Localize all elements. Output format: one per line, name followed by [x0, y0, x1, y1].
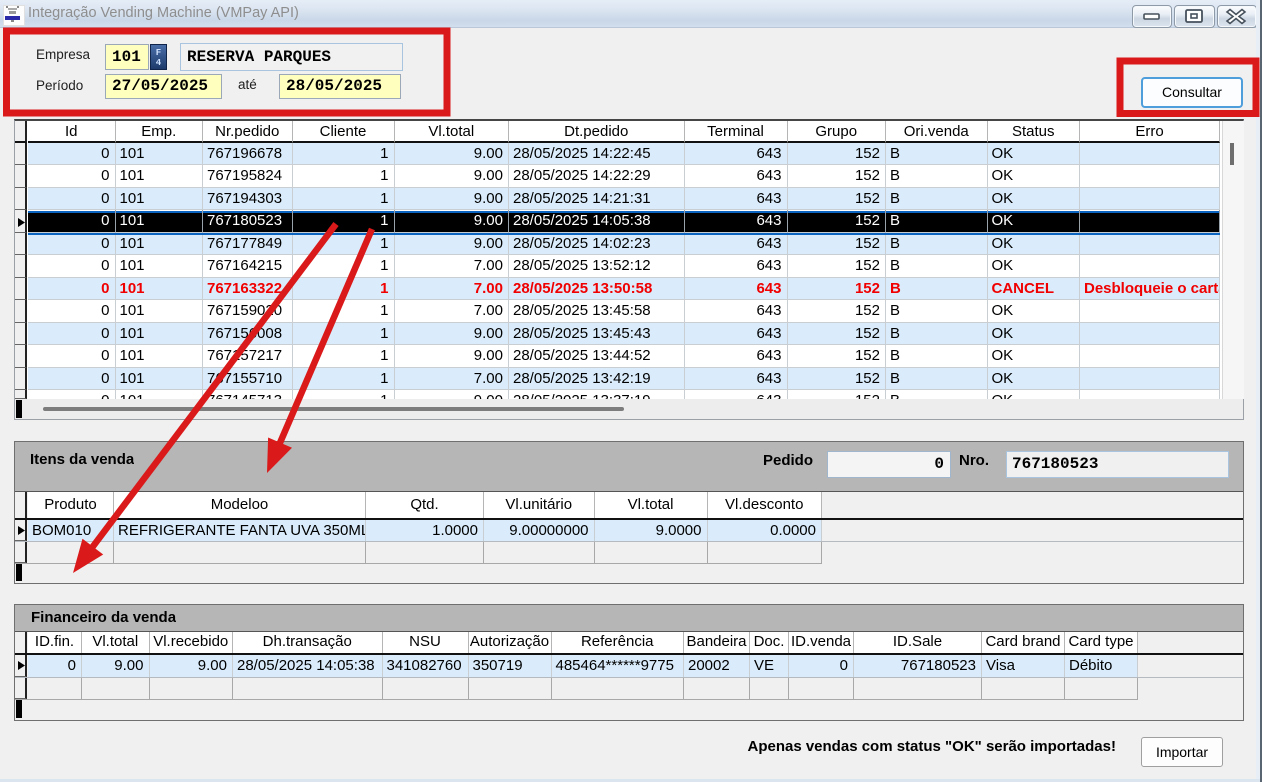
svg-text:4: 4	[156, 58, 162, 68]
svg-text:F: F	[156, 48, 161, 58]
